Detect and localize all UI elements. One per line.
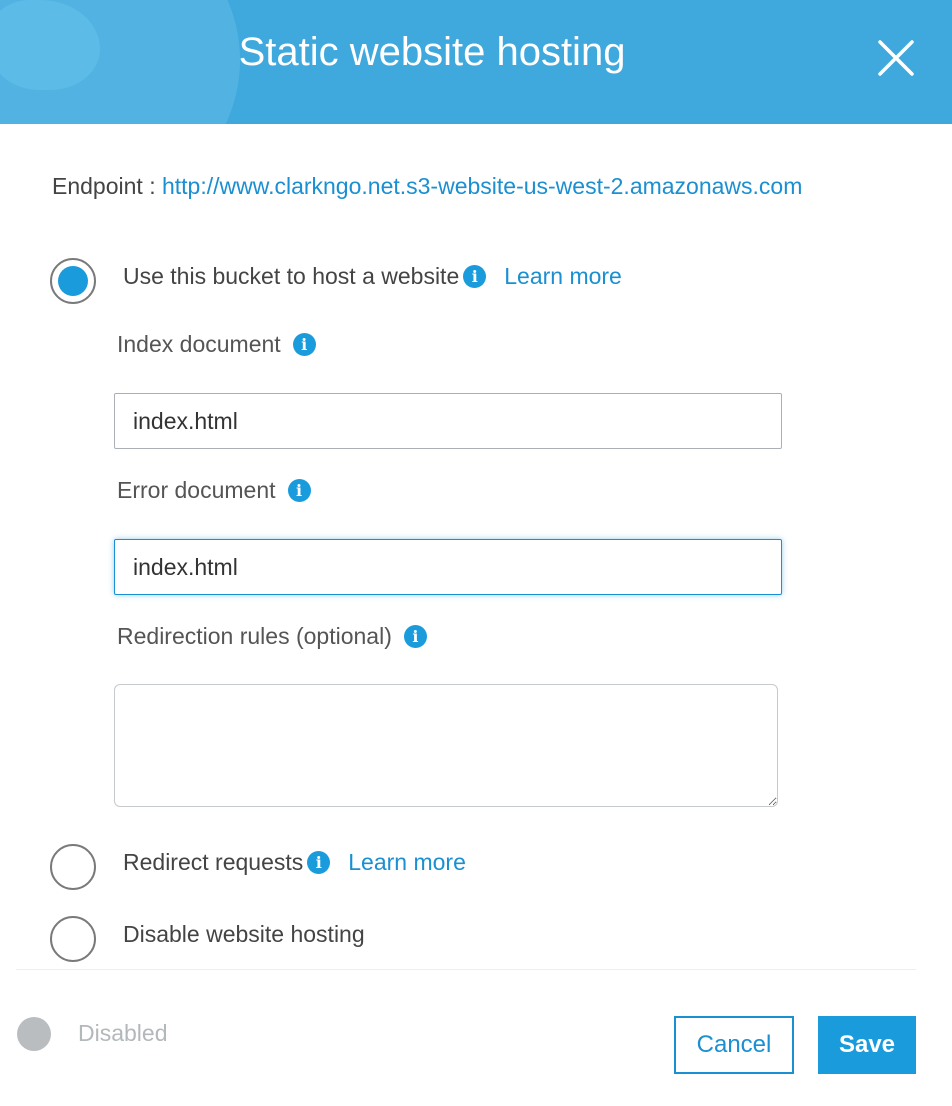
endpoint: Endpoint : http://www.clarkngo.net.s3-we… xyxy=(52,170,872,202)
cancel-button[interactable]: Cancel xyxy=(674,1016,794,1074)
save-button[interactable]: Save xyxy=(818,1016,916,1074)
dialog-title: Static website hosting xyxy=(238,30,626,74)
error-document-field-label: Error document i xyxy=(117,476,311,504)
index-document-field-label: Index document i xyxy=(117,330,316,358)
disable-hosting-option: Disable website hosting xyxy=(123,920,365,948)
info-icon[interactable]: i xyxy=(463,264,487,288)
redirection-rules-field-label: Redirection rules (optional) i xyxy=(117,622,427,650)
redirect-requests-label: Redirect requests xyxy=(123,848,304,875)
host-website-label: Use this bucket to host a website xyxy=(123,262,460,289)
endpoint-label: Endpoint : xyxy=(52,173,162,199)
redirect-requests-radio[interactable] xyxy=(50,844,96,890)
error-document-label: Error document xyxy=(117,476,276,503)
index-document-label: Index document xyxy=(117,330,281,357)
index-document-input[interactable] xyxy=(114,393,782,449)
close-icon[interactable] xyxy=(872,34,920,82)
redirect-requests-option: Redirect requests i Learn more xyxy=(123,848,466,876)
endpoint-url-link[interactable]: http://www.clarkngo.net.s3-website-us-we… xyxy=(162,173,802,199)
disable-hosting-label: Disable website hosting xyxy=(123,920,365,947)
info-icon[interactable]: i xyxy=(307,850,331,874)
info-icon[interactable]: i xyxy=(292,332,316,356)
redirection-rules-textarea[interactable] xyxy=(114,684,778,807)
redirect-requests-learn-more-link[interactable]: Learn more xyxy=(348,849,466,876)
host-website-radio[interactable] xyxy=(50,258,96,304)
redirection-rules-label: Redirection rules (optional) xyxy=(117,622,392,649)
dialog-header: Static website hosting xyxy=(0,0,952,124)
info-icon[interactable]: i xyxy=(287,478,311,502)
host-website-learn-more-link[interactable]: Learn more xyxy=(504,263,622,290)
footer-divider xyxy=(16,969,916,970)
status-label: Disabled xyxy=(78,1020,168,1046)
host-website-option: Use this bucket to host a website i Lear… xyxy=(123,262,622,290)
info-icon[interactable]: i xyxy=(403,624,427,648)
status-indicator xyxy=(17,1017,51,1051)
disable-hosting-radio[interactable] xyxy=(50,916,96,962)
error-document-input[interactable] xyxy=(114,539,782,595)
